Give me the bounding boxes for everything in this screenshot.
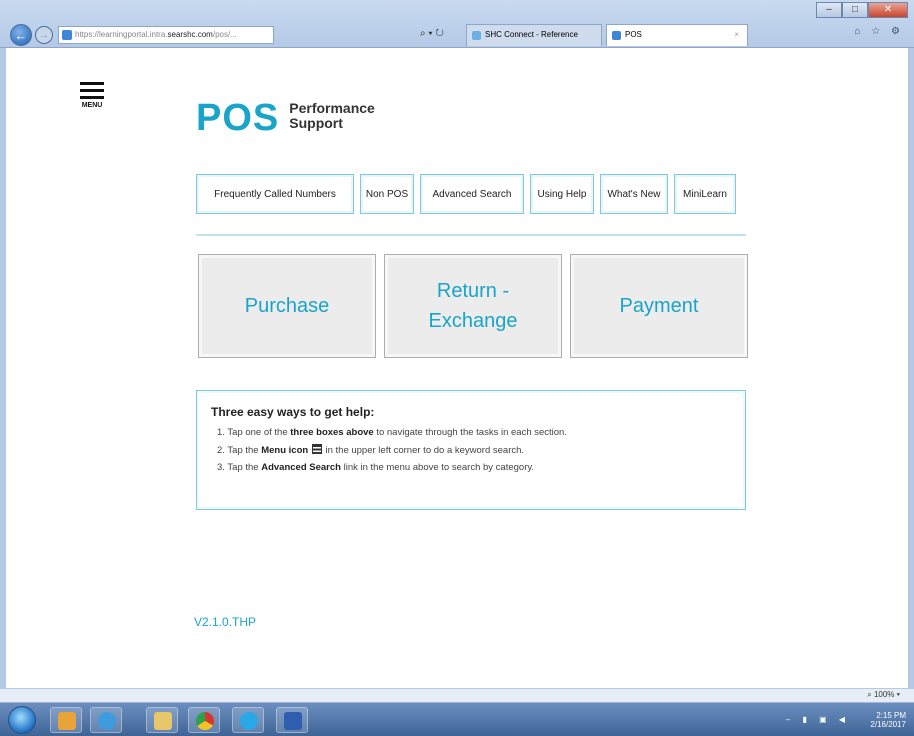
tile-payment[interactable]: Payment [570,254,748,358]
minimize-button[interactable]: – [816,2,842,18]
outlook-icon [58,712,76,730]
clock-time: 2:15 PM [876,711,906,720]
version-label: V2.1.0.THP [194,615,257,629]
item-bold: three boxes above [290,427,374,438]
item-text: in the upper left corner to do a keyword… [322,445,525,456]
item-number: 3. [217,462,225,473]
link-advanced-search[interactable]: Advanced Search [420,174,524,214]
tab-close-icon[interactable]: × [734,25,739,45]
tab-shc-connect[interactable]: SHC Connect - Reference [466,24,602,46]
zoom-control[interactable]: ⌕ 100% ▾ [867,690,900,700]
close-button[interactable]: ✕ [868,2,908,18]
logo-sub-line1: Performance [289,100,375,116]
taskbar-explorer[interactable] [146,707,178,733]
top-links: Frequently Called Numbers Non POS Advanc… [196,174,736,214]
taskbar-outlook[interactable] [50,707,82,733]
item-text: to navigate through the tasks in each se… [373,427,567,438]
pos-logo: POS Performance Support [196,98,375,138]
menu-label: MENU [81,102,103,109]
clock[interactable]: 2:15 PM 2/16/2017 [870,711,906,729]
address-prefix: https://learningportal.intra. [75,30,168,39]
address-path: /pos/... [212,30,237,39]
window-controls: – □ ✕ [816,2,908,18]
task-tiles: Purchase Return - Exchange Payment [198,254,748,358]
item-text: link in the menu above to search by cate… [340,462,535,473]
item-text: Tap one of the [227,427,291,438]
taskbar-chrome[interactable] [188,707,220,733]
taskbar: – ▮ ▣ ◀ 2:15 PM 2/16/2017 [0,702,914,736]
status-bar: ⌕ 100% ▾ [0,688,914,702]
word-icon [284,712,302,730]
item-number: 2. [217,445,225,456]
item-bold: Menu icon [261,445,309,456]
maximize-button[interactable]: □ [842,2,868,18]
system-tray-icons[interactable]: – ▮ ▣ ◀ [786,715,850,724]
tile-label: Return - Exchange [428,280,518,332]
help-item: 1. Tap one of the three boxes above to n… [211,427,745,438]
help-list: 1. Tap one of the three boxes above to n… [211,427,745,473]
item-text: Tap the [227,445,262,456]
ie-icon [98,712,116,730]
page-content: MENU POS Performance Support Frequently … [0,48,914,688]
help-box: Three easy ways to get help: 1. Tap one … [196,390,746,510]
start-button[interactable] [8,706,36,734]
tab-pos[interactable]: POS × [606,24,748,46]
tab-label: SHC Connect - Reference [485,30,578,39]
tab-label: POS [625,30,642,39]
logo-sub: Performance Support [289,101,375,131]
tab-favicon-icon [612,31,621,40]
item-number: 1. [217,427,225,438]
chrome-icon [196,712,214,730]
address-domain: searshc.com [167,30,213,39]
divider [196,234,746,236]
folder-icon [154,712,172,730]
help-item: 2. Tap the Menu icon in the upper left c… [211,444,745,456]
link-non-pos[interactable]: Non POS [360,174,414,214]
menu-button[interactable]: MENU [80,82,104,109]
help-title: Three easy ways to get help: [211,405,375,419]
link-using-help[interactable]: Using Help [530,174,594,214]
site-favicon-icon [62,30,72,40]
help-item: 3. Tap the Advanced Search link in the m… [211,462,745,473]
hamburger-icon [80,82,104,99]
menu-icon [311,444,322,454]
address-bar[interactable]: https://learningportal.intra.searshc.com… [58,26,274,44]
item-bold: Advanced Search [261,462,341,473]
address-tools[interactable]: ⌕ ▾ ↻ [420,28,444,39]
logo-main: POS [196,97,280,139]
link-minilearn[interactable]: MiniLearn [674,174,736,214]
tab-favicon-icon [472,31,481,40]
item-text: Tap the [227,462,262,473]
forward-button[interactable]: → [35,26,53,44]
taskbar-word[interactable] [276,707,308,733]
link-frequently-called-numbers[interactable]: Frequently Called Numbers [196,174,354,214]
logo-sub-line2: Support [289,115,343,131]
skype-icon [240,712,258,730]
toolbar-icons[interactable]: ⌂ ☆ ⚙ [854,26,904,37]
taskbar-skype[interactable] [232,707,264,733]
tile-return-exchange[interactable]: Return - Exchange [384,254,562,358]
back-arrow-icon: ← [14,27,28,43]
clock-date: 2/16/2017 [870,720,906,729]
link-whats-new[interactable]: What's New [600,174,668,214]
back-button[interactable]: ← [10,24,32,46]
taskbar-ie[interactable] [90,707,122,733]
forward-arrow-icon: → [39,29,49,41]
browser-chrome: – □ ✕ ← → https://learningportal.intra.s… [0,0,914,48]
tile-purchase[interactable]: Purchase [198,254,376,358]
